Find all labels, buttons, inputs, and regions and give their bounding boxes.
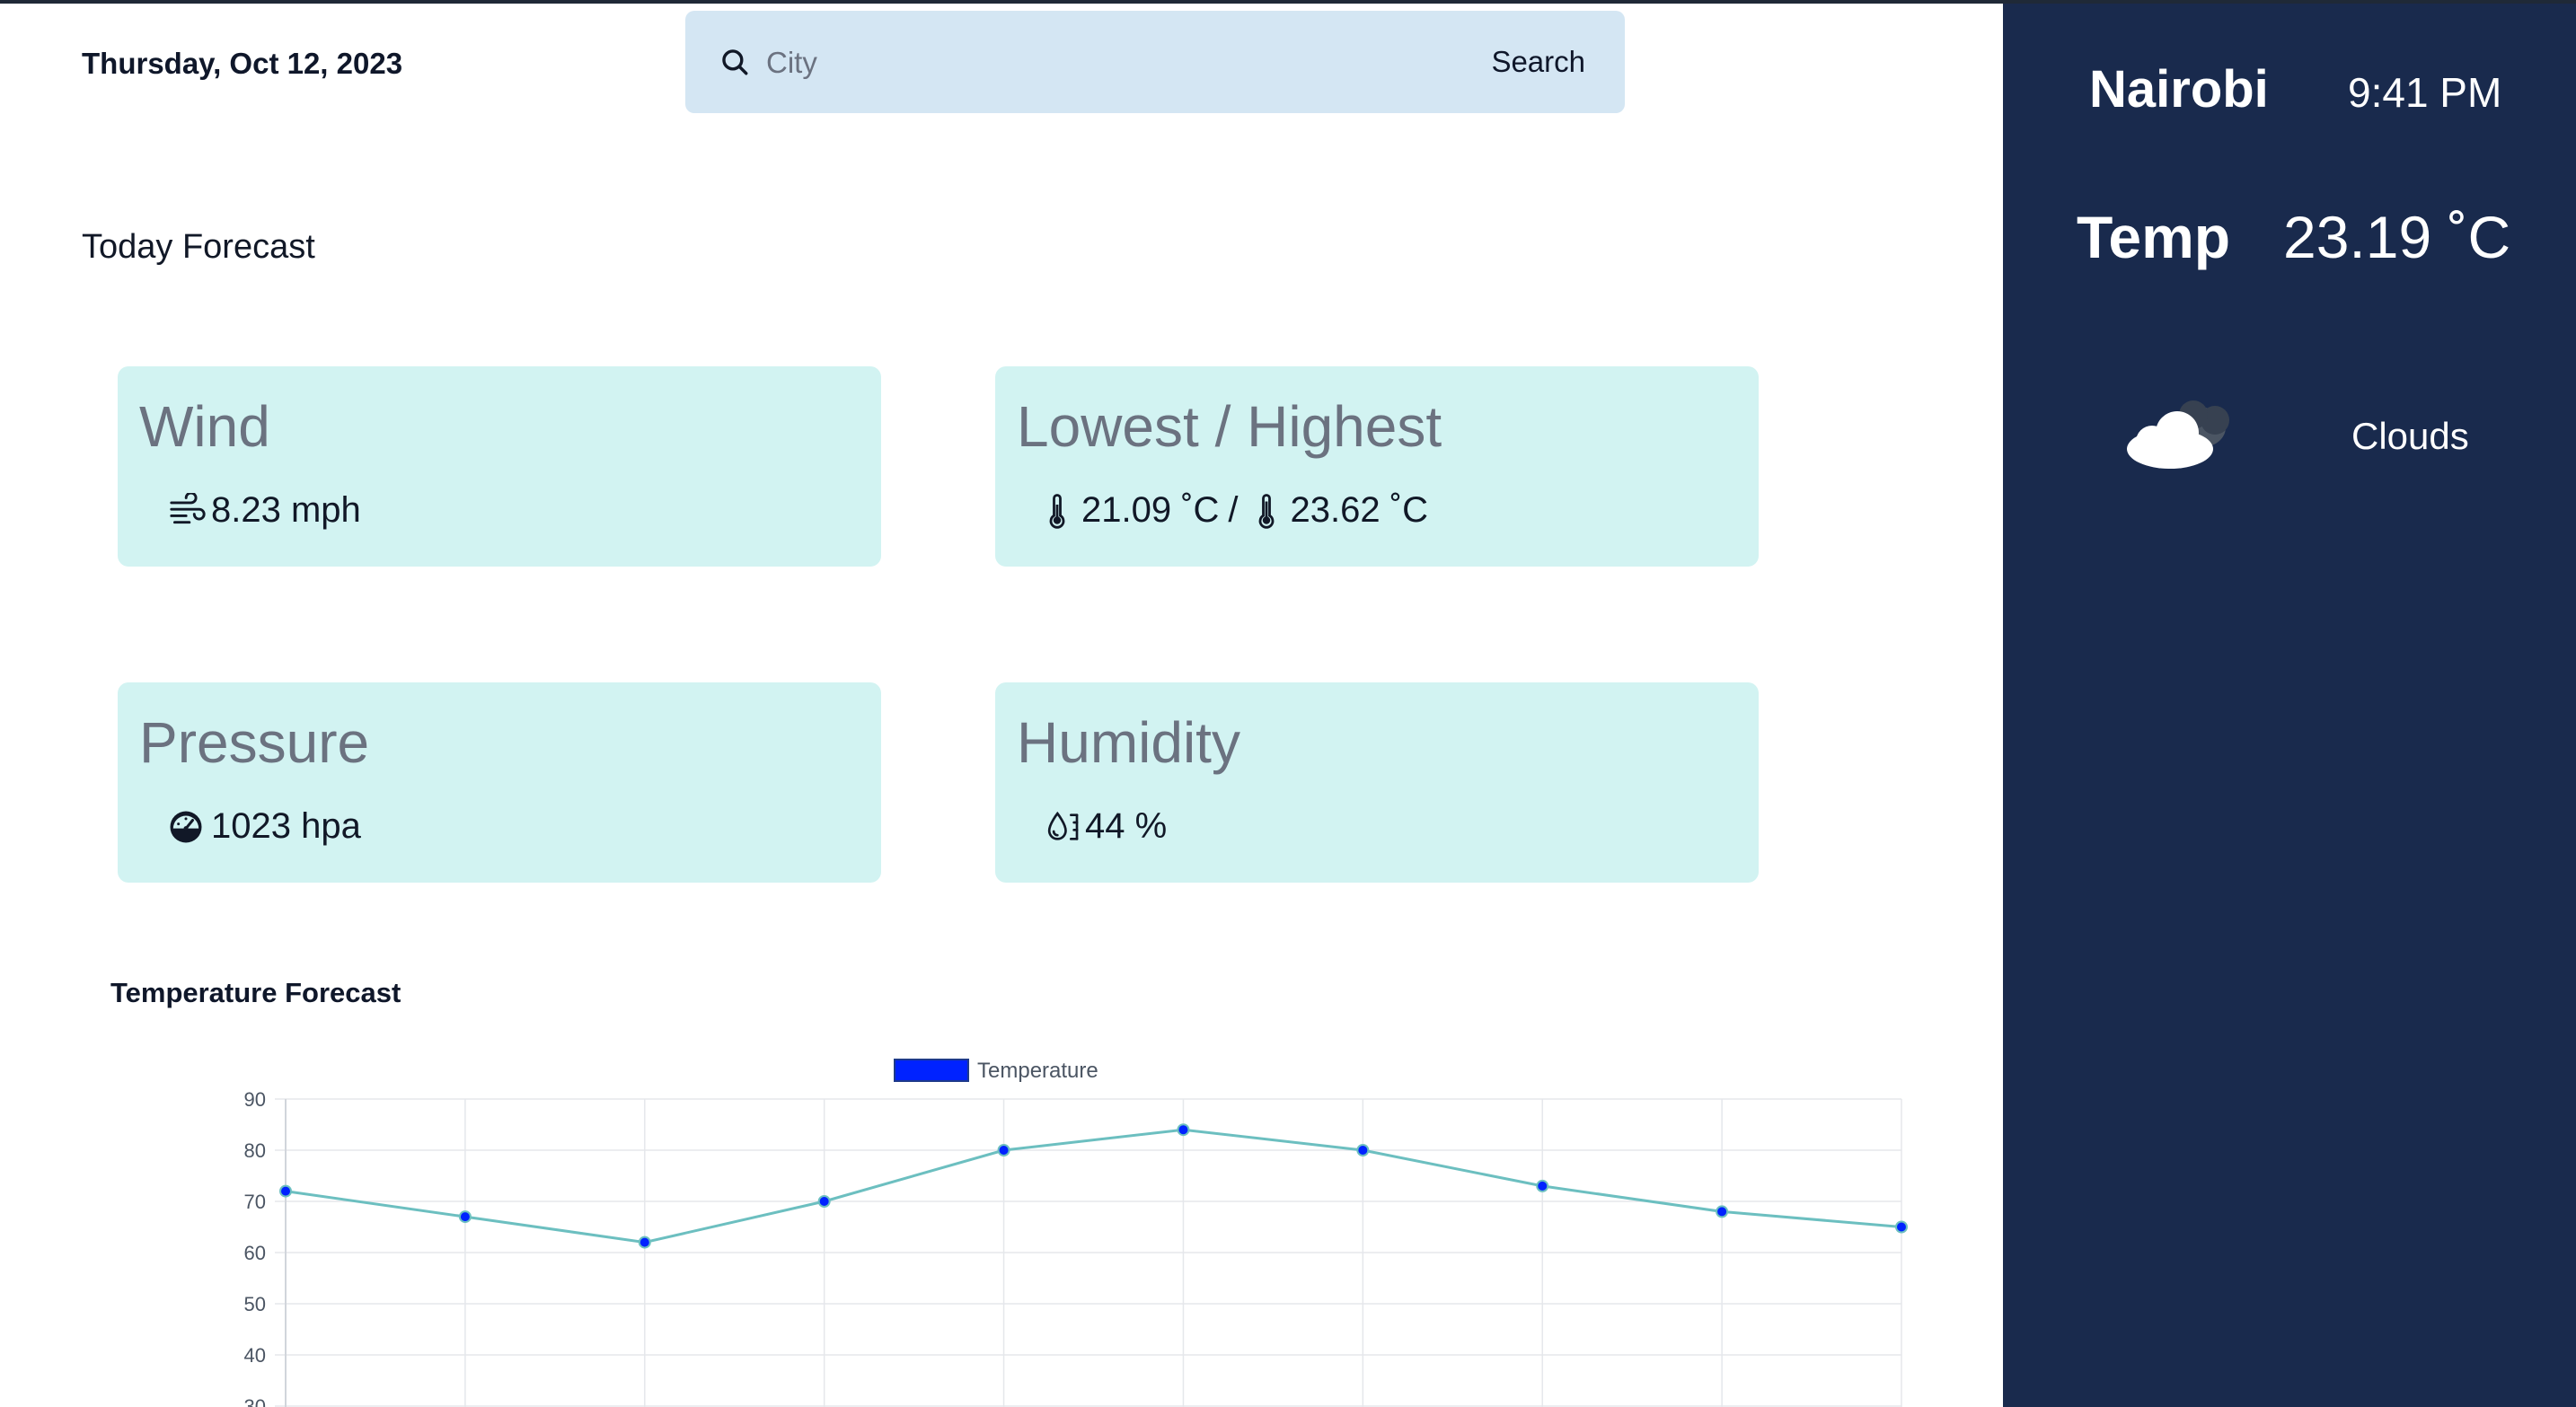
chart-title: Temperature Forecast <box>110 977 401 1008</box>
wind-card-value-row: 8.23 mph <box>168 490 361 531</box>
lowest-temp: 21.09 ˚C <box>1081 490 1220 530</box>
data-point-1 <box>458 1210 472 1224</box>
low-high-value-row: 21.09 ˚C / 23.62 ˚C <box>1045 490 1428 531</box>
temp-value: 23.19 ˚C <box>2283 204 2511 270</box>
series-line-temperature <box>285 1128 1902 1244</box>
thermometer-icon <box>1258 493 1274 529</box>
pressure-value-row: 1023 hpa <box>168 806 361 847</box>
y-tick-label-6: 30 <box>244 1395 266 1407</box>
y-tick-label-2: 70 <box>244 1191 266 1213</box>
legend-label: Temperature <box>977 1059 1098 1083</box>
wind-icon <box>170 492 206 523</box>
current-weather-sidebar: Nairobi 9:41 PM Temp 23.19 ˚C Clouds <box>2003 4 2576 1407</box>
y-tick-label-3: 60 <box>244 1242 266 1264</box>
legend-swatch <box>894 1059 969 1082</box>
data-point-4 <box>997 1144 1010 1156</box>
cloud-icon <box>2127 400 2229 469</box>
low-high-card-title: Lowest / Highest <box>1017 394 1442 459</box>
pressure-card: Pressure 1023 hpa <box>118 682 881 883</box>
data-point-5 <box>1177 1123 1190 1137</box>
data-point-9 <box>1895 1220 1908 1234</box>
search-button[interactable]: Search <box>1491 38 1585 86</box>
wind-value: 8.23 mph <box>211 490 361 530</box>
low-high-card: Lowest / Highest 21.09 ˚C / 23.62 ˚C <box>995 366 1759 567</box>
pressure-value: 1023 hpa <box>211 806 361 846</box>
search-icon <box>722 49 748 75</box>
y-tick-label-5: 40 <box>244 1344 266 1367</box>
highest-temp: 23.62 ˚C <box>1290 490 1428 530</box>
gauge-icon <box>170 811 202 842</box>
local-time: 9:41 PM <box>2348 69 2502 116</box>
humidity-value-row: 44 % <box>1045 806 1167 847</box>
data-point-2 <box>638 1236 651 1249</box>
humidity-value: 44 % <box>1085 806 1168 846</box>
low-high-separator: / <box>1228 490 1239 530</box>
temp-label: Temp <box>2077 204 2231 270</box>
main-content: Thursday, Oct 12, 2023 Search Today Fore… <box>0 0 2003 1407</box>
humidity-card-title: Humidity <box>1017 710 1240 775</box>
pressure-card-title: Pressure <box>139 710 370 775</box>
thermometer-icon <box>1049 493 1065 529</box>
data-point-8 <box>1716 1205 1729 1218</box>
data-point-0 <box>279 1184 292 1198</box>
search-bar: Search <box>685 11 1625 113</box>
humidity-card: Humidity 44 % <box>995 682 1759 883</box>
data-point-7 <box>1536 1179 1549 1192</box>
wind-card-title: Wind <box>139 394 270 459</box>
city-name: Nairobi <box>2089 60 2269 119</box>
city-search-input[interactable] <box>764 38 1397 88</box>
droplet-icon <box>1047 811 1079 840</box>
temperature-chart: 90 80 70 60 50 40 30 Temperature <box>244 1059 1908 1407</box>
y-tick-label-1: 80 <box>244 1139 266 1162</box>
current-date: Thursday, Oct 12, 2023 <box>82 47 403 80</box>
data-point-3 <box>817 1195 831 1208</box>
y-tick-label-0: 90 <box>244 1088 266 1111</box>
wind-card: Wind 8.23 mph <box>118 366 881 567</box>
y-tick-label-4: 50 <box>244 1293 266 1315</box>
data-point-6 <box>1356 1144 1370 1156</box>
section-title: Today Forecast <box>82 228 315 266</box>
weather-condition: Clouds <box>2351 415 2469 457</box>
